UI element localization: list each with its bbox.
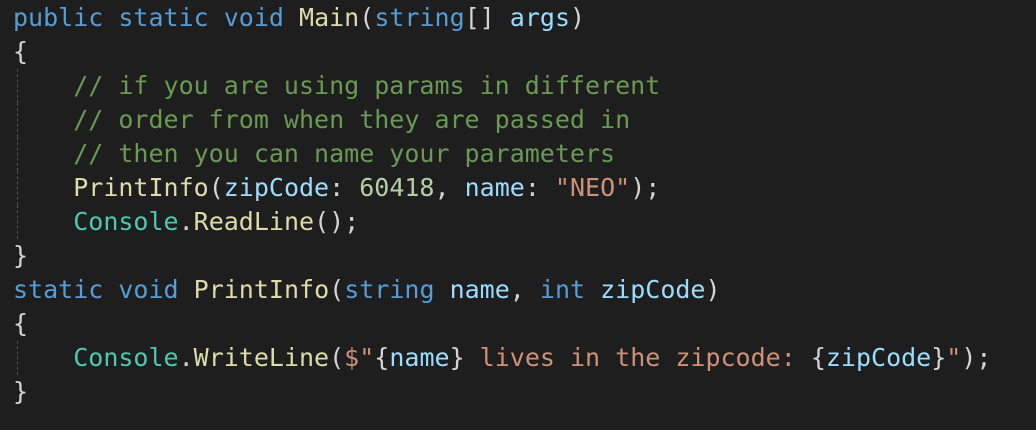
type-console: Console: [73, 343, 179, 372]
paren-close-semicolon: );: [961, 343, 992, 372]
indent-guide: [17, 103, 18, 137]
named-arg-name: name: [464, 173, 525, 202]
code-line-11: Console.WriteLine($"{name} lives in the …: [0, 341, 1036, 375]
call-readline: ReadLine: [193, 207, 315, 236]
paren-open: (: [208, 173, 224, 202]
string-literal: "NEO": [554, 173, 631, 202]
dot: .: [178, 207, 194, 236]
brace-open: {: [13, 37, 29, 66]
indent-guide: [17, 137, 18, 171]
indent-guide: [17, 205, 18, 239]
comment-line: // if you are using params in different: [73, 71, 661, 100]
comma: ,: [434, 173, 465, 202]
keyword-string: string: [374, 3, 465, 32]
type-console: Console: [73, 207, 179, 236]
keyword-public: public: [13, 3, 104, 32]
indent-guide: [17, 171, 18, 205]
brace-close: }: [13, 241, 29, 270]
brace-close: }: [13, 377, 29, 406]
code-line-1: public static void Main(string[] args): [0, 1, 1036, 35]
number-literal: 60418: [359, 173, 435, 202]
keyword-static: static: [13, 275, 104, 304]
call-printinfo: PrintInfo: [73, 173, 209, 202]
named-arg-zipcode: zipCode: [223, 173, 330, 202]
indent-guide: [17, 341, 18, 375]
comma: ,: [509, 275, 540, 304]
code-line-10: {: [0, 307, 1036, 341]
keyword-int: int: [539, 275, 586, 304]
string-segment: lives in the zipcode:: [464, 343, 811, 372]
interpolation-brace: {: [374, 343, 390, 372]
code-line-5: // then you can name your parameters: [0, 137, 1036, 171]
colon: :: [524, 173, 555, 202]
call-writeline: WriteLine: [193, 343, 330, 372]
array-brackets: []: [464, 3, 495, 32]
interpolated-zipcode: zipCode: [825, 343, 932, 372]
method-name-printinfo: PrintInfo: [193, 275, 330, 304]
keyword-string: string: [344, 275, 435, 304]
interpolation-brace: }: [449, 343, 465, 372]
code-line-8: }: [0, 239, 1036, 273]
dot: .: [178, 343, 194, 372]
code-line-9: static void PrintInfo(string name, int z…: [0, 273, 1036, 307]
interpolation-brace: {: [810, 343, 826, 372]
code-line-2: {: [0, 35, 1036, 69]
colon: :: [329, 173, 360, 202]
indent-guide: [17, 69, 18, 103]
parameter-zipcode: zipCode: [600, 275, 706, 304]
call-parens: ();: [314, 207, 360, 236]
paren-open: (: [329, 343, 345, 372]
paren-close: ): [705, 275, 721, 304]
code-line-4: // order from when they are passed in: [0, 103, 1036, 137]
interpolated-name: name: [389, 343, 450, 372]
method-name-main: Main: [299, 3, 360, 32]
paren-close: ): [570, 3, 586, 32]
paren-close-semicolon: );: [630, 173, 661, 202]
parameter-args: args: [509, 3, 571, 32]
keyword-void: void: [118, 275, 179, 304]
code-editor[interactable]: public static void Main(string[] args) {…: [0, 0, 1036, 430]
comment-line: // then you can name your parameters: [73, 139, 616, 168]
parameter-name: name: [449, 275, 510, 304]
interpolation-brace: }: [931, 343, 947, 372]
comment-line: // order from when they are passed in: [73, 105, 631, 134]
keyword-static: static: [118, 3, 209, 32]
code-line-6: PrintInfo(zipCode: 60418, name: "NEO");: [0, 171, 1036, 205]
paren-open: (: [359, 3, 375, 32]
code-line-12: }: [0, 375, 1036, 409]
code-line-3: // if you are using params in different: [0, 69, 1036, 103]
interpolated-string-start: $": [344, 343, 375, 372]
interpolated-string-end: ": [946, 343, 962, 372]
brace-open: {: [13, 309, 29, 338]
keyword-void: void: [223, 3, 284, 32]
paren-open: (: [329, 275, 345, 304]
code-line-7: Console.ReadLine();: [0, 205, 1036, 239]
